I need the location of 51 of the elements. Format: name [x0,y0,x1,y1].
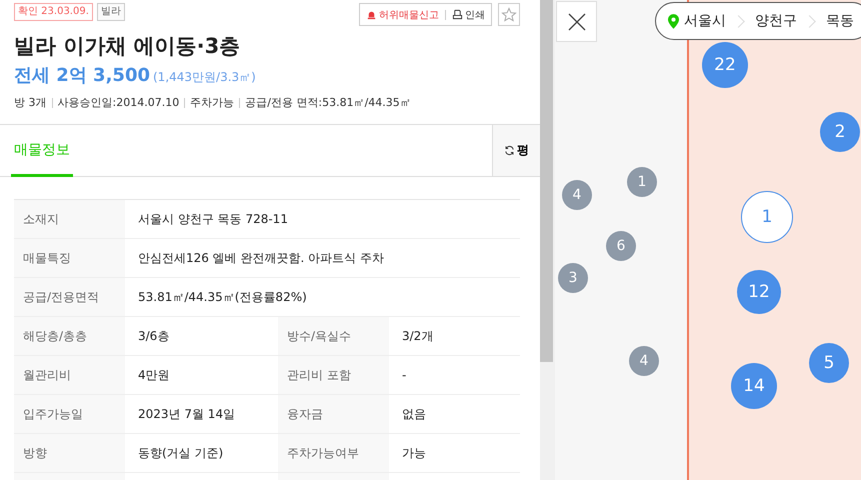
table-label: 방향 [14,434,125,472]
table-label: 관리비 포함 [278,356,389,394]
table-cell-text: 동향(거실 기준) [137,444,224,462]
cluster-marker[interactable]: 4 [562,180,592,210]
table-label: 방수/욕실수 [278,317,389,355]
refresh-icon [504,145,515,156]
unit-toggle-button[interactable]: 평 [492,125,540,176]
table-cell-text: 가능 [401,444,427,462]
summary-item: 방 3개 [14,95,46,110]
cluster-marker[interactable]: 4 [629,346,659,376]
price: 전세 2억 3,500 [14,64,150,87]
cluster-marker[interactable]: 1 [627,167,657,197]
breadcrumb-item[interactable]: 서울시 [684,12,726,30]
table-label: 입주가능일 [14,395,125,433]
breadcrumb-item[interactable]: 양천구 [755,12,797,30]
scrollbar-thumb[interactable] [540,0,553,362]
siren-icon [366,9,377,20]
tag: 확인 23.03.09. [14,3,93,21]
table-cell-text: 53.81㎡/44.35㎡(전용률82%) [137,288,308,306]
table-cell-text: 3/6층 [137,328,170,344]
report-button[interactable]: 허위매물신고 [366,8,439,22]
table-label: 주차가능여부 [278,434,389,472]
close-button[interactable] [556,1,597,42]
table-label: 해당층/총층 [14,317,125,355]
printer-icon [452,9,463,20]
summary-item: 공급/전용 면적:53.81㎡/44.35㎡ [245,95,411,110]
tag: 빌라 [96,3,125,21]
listing-title: 빌라 이가채 에이동·3층 [14,33,242,60]
table-cell-text: 3/2개 [401,328,434,344]
table-label: 매물특징 [14,239,125,277]
breadcrumb-item[interactable]: 목동 [826,12,854,30]
table-cell-text: 안심전세126 엘베 완전깨끗함. 아파트식 주차 [137,250,385,266]
table-cell-text: 4만원 [137,366,171,384]
cluster-marker[interactable]: 3 [558,263,588,293]
table-cell-text: - [401,367,408,384]
favorite-button[interactable] [498,3,520,26]
table-label: 공급/전용면적 [14,278,125,316]
cluster-marker[interactable]: 6 [606,231,636,261]
table-label: 월관리비 [14,356,125,394]
price-per-area: (1,443만원/3.3㎡) [153,69,256,86]
table-label: 소재지 [14,200,125,238]
print-button[interactable]: 인쇄 [452,8,485,22]
summary-item: 주차가능 [190,95,234,110]
summary-item: 사용승인일:2014.07.10 [58,95,180,110]
location-pin-icon [668,14,679,28]
tab[interactable]: 매물정보 [11,125,73,177]
close-icon [566,12,586,32]
table-cell-text: 서울시 양천구 목동 728-11 [137,210,289,228]
table-cell-text: 없음 [401,406,427,422]
table-label: 융자금 [278,395,389,433]
table-cell-text: 2023년 7월 14일 [137,406,236,422]
